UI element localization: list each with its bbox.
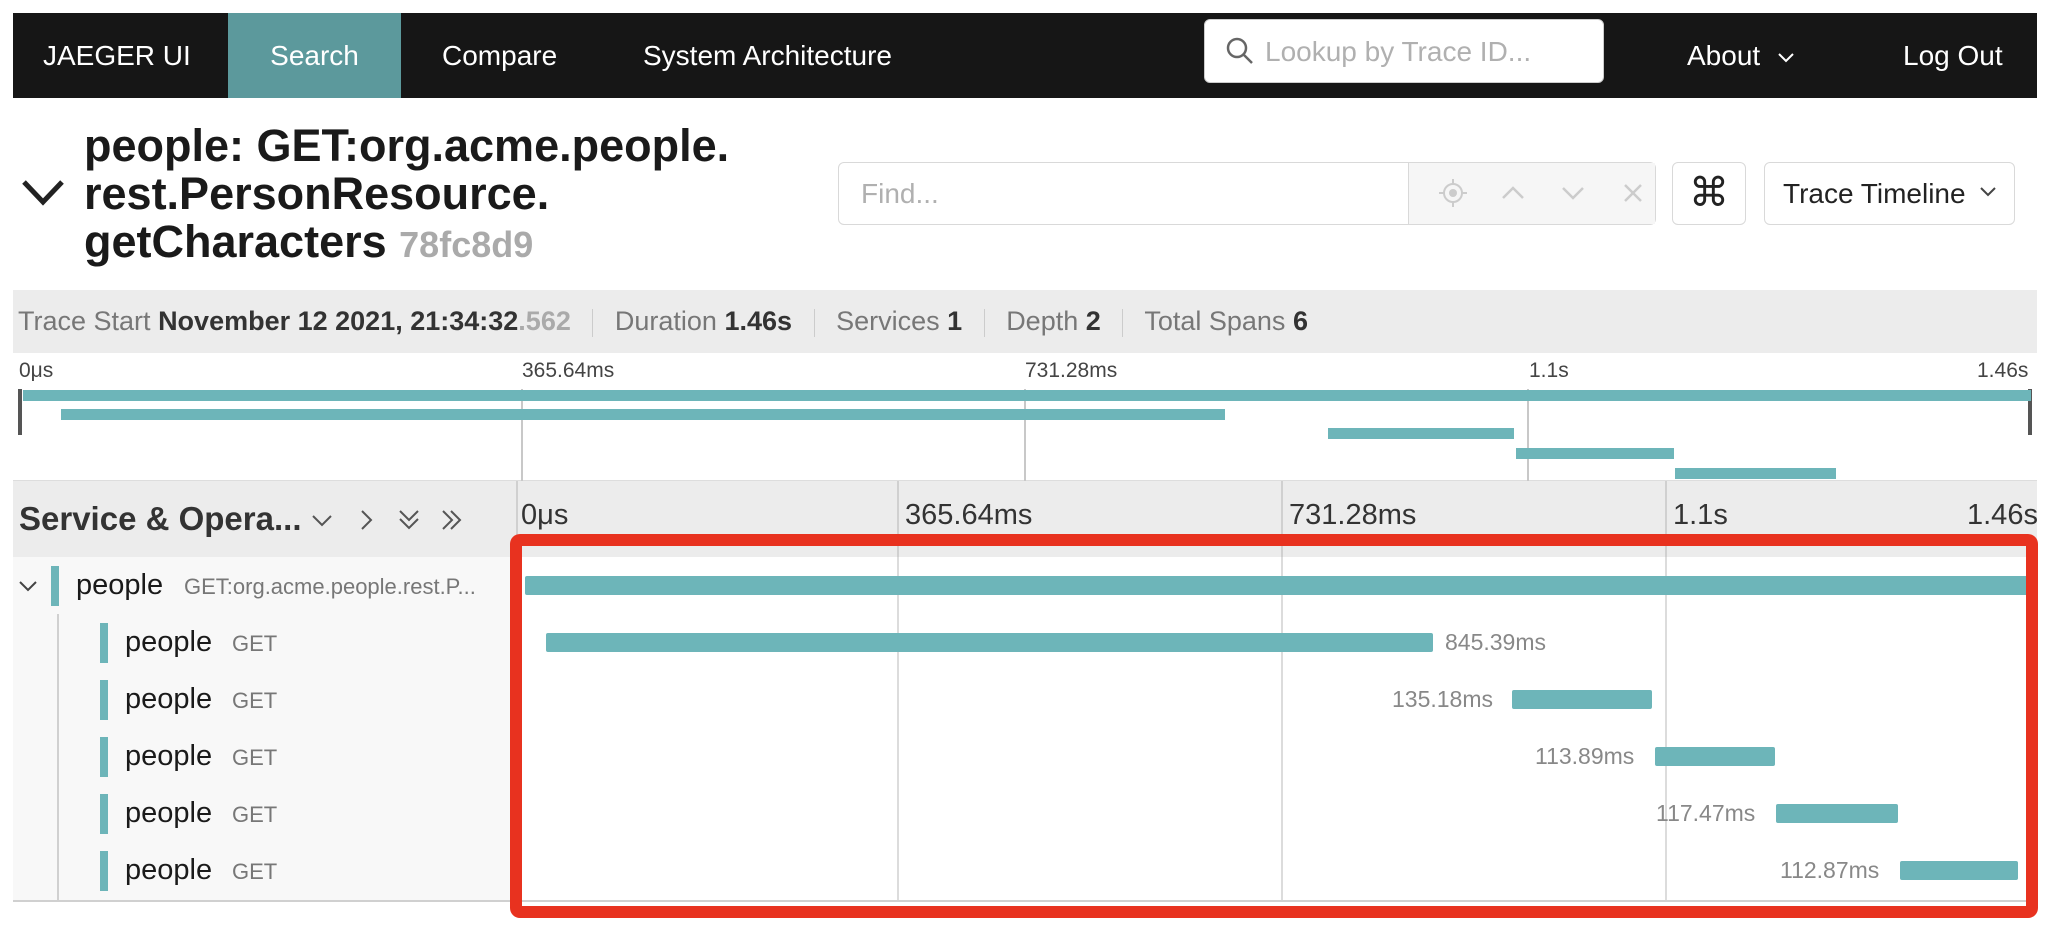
duration-value: 1.46s	[724, 306, 793, 336]
minimap-tick: 365.64ms	[522, 359, 615, 382]
span-service-name: people	[76, 569, 164, 601]
divider	[983, 308, 985, 337]
highlight-annotation-box	[510, 534, 2038, 918]
minimap-tick: 0μs	[19, 359, 54, 382]
keyboard-shortcuts-button[interactable]: ⌘	[1672, 162, 1746, 225]
divider	[1122, 308, 1124, 337]
chevron-down-icon	[1980, 187, 1996, 197]
divider	[813, 308, 815, 337]
depth-label: Depth	[1006, 306, 1079, 336]
jaeger-trace-page: JAEGER UI Search Compare System Architec…	[0, 0, 2050, 946]
nav-architecture-tab[interactable]: System Architecture	[643, 13, 892, 98]
about-menu[interactable]: About	[1687, 13, 1794, 98]
services-label: Services	[836, 306, 940, 336]
expand-one-icon[interactable]	[351, 505, 381, 535]
collapse-trace-chevron-icon[interactable]	[20, 172, 66, 212]
find-in-trace: Find...	[838, 162, 1656, 225]
span-operation-name: GET	[232, 802, 278, 827]
trace-id: 78fc8d9	[399, 224, 534, 265]
trace-start-value: November 12 2021, 21:34:32	[158, 306, 519, 336]
timeline-tick: 365.64ms	[905, 499, 1033, 531]
trace-start-label: Trace Start	[18, 306, 151, 336]
locate-icon[interactable]	[1437, 177, 1469, 209]
span-operation-name: GET	[232, 688, 278, 713]
services-value: 1	[947, 306, 963, 336]
minimap-gridline	[1527, 389, 1529, 481]
span-service-name: people	[125, 683, 213, 715]
brand-logo[interactable]: JAEGER UI	[43, 13, 191, 98]
minimap-tick: 731.28ms	[1025, 359, 1118, 382]
timeline-tick: 1.46s	[1967, 499, 2038, 531]
service-color-marker	[51, 566, 59, 606]
service-color-marker	[100, 851, 108, 891]
span-service-name: people	[125, 854, 213, 886]
span-service-name: people	[125, 740, 213, 772]
logout-link[interactable]: Log Out	[1903, 13, 2003, 98]
span-service-name: people	[125, 626, 213, 658]
depth-value: 2	[1085, 306, 1101, 336]
span-operation-name: GET	[232, 859, 278, 884]
span-operation-name: GET	[232, 745, 278, 770]
trace-title-line: rest.PersonResource.	[84, 168, 550, 219]
collapse-all-icon[interactable]	[394, 505, 424, 535]
timeline-tick: 0μs	[521, 499, 569, 531]
search-icon	[1226, 37, 1253, 64]
trace-title-line: people: GET:org.acme.people.	[84, 120, 730, 171]
chevron-down-icon[interactable]	[17, 575, 39, 597]
minimap-tick: 1.1s	[1529, 359, 1569, 382]
close-icon[interactable]	[1617, 177, 1649, 209]
timeline-tick: 1.1s	[1673, 499, 1728, 531]
service-color-marker	[100, 680, 108, 720]
duration-label: Duration	[614, 306, 717, 336]
trace-summary: Trace Start November 12 2021, 21:34:32.5…	[13, 290, 2037, 353]
trace-id-lookup-input[interactable]: Lookup by Trace ID...	[1204, 19, 1604, 83]
service-color-marker	[100, 794, 108, 834]
minimap-span-bar	[23, 390, 2031, 401]
span-service-name: people	[125, 797, 213, 829]
total-spans-value: 6	[1292, 306, 1308, 336]
nav-compare-tab[interactable]: Compare	[442, 13, 557, 98]
chevron-down-icon[interactable]	[1557, 177, 1589, 209]
find-controls	[1409, 163, 1655, 224]
minimap-span-bar	[1675, 468, 1836, 479]
span-operation-name: GET	[232, 631, 278, 656]
divider	[592, 308, 594, 337]
minimap-gridline	[521, 389, 523, 481]
view-select-value: Trace Timeline	[1783, 178, 1966, 209]
minimap-gridline	[1024, 389, 1026, 481]
total-spans-label: Total Spans	[1144, 306, 1286, 336]
minimap-span-bar	[61, 409, 1225, 420]
trace-title: people: GET:org.acme.people. rest.Person…	[84, 122, 804, 269]
expand-all-icon[interactable]	[437, 505, 467, 535]
nav-search-tab[interactable]: Search	[228, 13, 401, 98]
view-select[interactable]: Trace Timeline	[1764, 162, 2015, 225]
find-input[interactable]: Find...	[839, 163, 1409, 224]
timeline-tick: 731.28ms	[1289, 499, 1417, 531]
trace-start-ms: .562	[518, 306, 571, 336]
minimap-span-bar	[1516, 448, 1674, 459]
top-nav: JAEGER UI Search Compare System Architec…	[13, 13, 2037, 98]
chevron-up-icon[interactable]	[1497, 177, 1529, 209]
about-label: About	[1687, 40, 1761, 71]
minimap-tick: 1.46s	[1977, 359, 2029, 382]
service-operation-header: Service & Opera...	[19, 500, 302, 537]
minimap-left-handle[interactable]	[18, 389, 22, 435]
lookup-placeholder: Lookup by Trace ID...	[1265, 36, 1532, 67]
span-operation-name: GET:org.acme.people.rest.P...	[184, 574, 476, 599]
chevron-down-icon	[1778, 52, 1794, 63]
collapse-one-icon[interactable]	[307, 505, 337, 535]
trace-title-line: getCharacters	[84, 216, 387, 267]
minimap-span-bar	[1328, 428, 1514, 439]
service-color-marker	[100, 737, 108, 777]
trace-minimap[interactable]: 0μs 365.64ms 731.28ms 1.1s 1.46s	[13, 353, 2037, 481]
service-color-marker	[100, 623, 108, 663]
